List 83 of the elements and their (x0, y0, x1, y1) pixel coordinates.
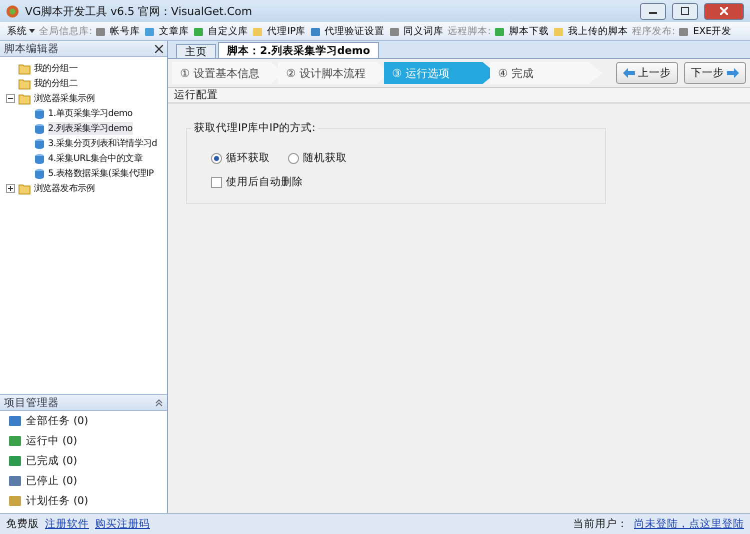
tree-item[interactable]: 3.采集分页列表和详情学习d (48, 137, 158, 150)
toolbar-icon (678, 26, 690, 36)
toolbar-button[interactable]: 同义词库 (402, 24, 445, 38)
task-item[interactable]: 已停止 (0) (26, 474, 78, 488)
toolbar-button[interactable]: 文章库 (158, 24, 190, 38)
menu-button[interactable]: 系统 (6, 24, 36, 38)
task-item[interactable]: 计划任务 (0) (26, 494, 88, 508)
toolbar-label: 程序发布: (632, 24, 676, 38)
task-icon (8, 474, 22, 488)
login-link[interactable]: 尚未登陆，点这里登陆 (634, 517, 744, 531)
toolbar-button[interactable]: 自定义库 (207, 24, 250, 38)
toolbar-icon (252, 26, 264, 36)
task-icon (8, 434, 22, 448)
group-title: 获取代理IP库中IP的方式: (191, 121, 318, 135)
task-item[interactable]: 全部任务 (0) (26, 414, 88, 428)
toolbar-label: 全局信息库: (39, 24, 92, 38)
close-button[interactable] (704, 2, 744, 20)
task-icon (8, 454, 22, 468)
tab[interactable]: 主页 (176, 44, 216, 58)
user-label: 当前用户： (573, 517, 628, 531)
toolbar-icon (144, 26, 156, 36)
task-icon (8, 494, 22, 508)
collapse-icon[interactable] (6, 94, 15, 103)
toolbar-icon (388, 26, 400, 36)
caret-icon (29, 29, 35, 33)
toolbar-icon (552, 26, 564, 36)
toolbar-icon (494, 26, 505, 36)
database-icon (34, 152, 45, 164)
radio-label: 随机获取 (303, 151, 347, 165)
toolbar-button[interactable]: 我上传的脚本 (566, 24, 629, 38)
checkbox-label: 使用后自动删除 (226, 175, 303, 189)
toolbar-button[interactable]: 帐号库 (109, 24, 142, 38)
toolbar-icon (310, 26, 321, 36)
checkbox[interactable] (211, 176, 222, 188)
folder-icon (18, 182, 31, 194)
toolbar-label: 远程脚本: (448, 24, 491, 38)
tree-item[interactable]: 1.单页采集学习demo (48, 107, 133, 120)
database-icon (34, 168, 45, 180)
radio-button[interactable] (211, 152, 222, 164)
folder-icon (18, 92, 31, 104)
next-button[interactable]: 下一步 (684, 62, 746, 84)
toolbar-button[interactable]: 代理IP库 (266, 24, 307, 38)
task-item[interactable]: 运行中 (0) (26, 434, 78, 448)
section-header: 运行配置 (168, 88, 750, 104)
tree-item[interactable]: 4.采集URL集合中的文章 (48, 152, 143, 165)
arrow-left-icon (623, 68, 635, 78)
folder-icon (18, 62, 31, 74)
toolbar-icon (193, 26, 204, 36)
wizard-step: ④ 完成 (490, 62, 602, 84)
expand-icon[interactable] (6, 184, 15, 193)
tree-item[interactable]: 我的分组二 (34, 77, 78, 90)
toolbar-button[interactable]: 脚本下载 (508, 24, 550, 38)
maximize-icon (681, 7, 689, 15)
tree-item[interactable]: 2.列表采集学习demo (48, 122, 133, 135)
maximize-button[interactable] (672, 2, 698, 20)
link[interactable]: 注册软件 (45, 517, 89, 531)
previous-button[interactable]: 上一步 (616, 62, 678, 84)
arrow-right-icon (727, 68, 739, 78)
task-icon (8, 414, 22, 428)
toolbar-button[interactable]: 代理验证设置 (324, 24, 386, 38)
database-icon (34, 138, 45, 150)
task-item[interactable]: 已完成 (0) (26, 454, 78, 468)
database-icon (34, 122, 45, 134)
toolbar-button[interactable]: EXE开发 (692, 24, 733, 38)
edition-label: 免费版 (6, 517, 39, 531)
link[interactable]: 购买注册码 (95, 517, 150, 531)
radio-label: 循环获取 (226, 151, 270, 165)
close-icon (720, 7, 728, 15)
folder-icon (18, 78, 31, 90)
minimize-button[interactable] (640, 2, 666, 20)
tab[interactable]: 脚本：2.列表采集学习demo (218, 42, 380, 58)
tree-item[interactable]: 我的分组一 (34, 62, 78, 75)
app-logo-icon (6, 4, 19, 18)
toolbar-icon (95, 26, 106, 36)
tree-item[interactable]: 浏览器采集示例 (34, 92, 95, 105)
panel-title: 脚本编辑器 (4, 42, 59, 56)
panel-title: 项目管理器 (4, 396, 59, 410)
close-icon[interactable] (155, 44, 163, 52)
window-title: VG脚本开发工具 v6.5 官网：VisualGet.Com (25, 4, 254, 18)
database-icon (34, 108, 45, 120)
tree-item[interactable]: 浏览器发布示例 (34, 182, 95, 195)
radio-button[interactable] (288, 152, 299, 164)
tree-item[interactable]: 5.表格数据采集(采集代理IP (48, 167, 154, 180)
